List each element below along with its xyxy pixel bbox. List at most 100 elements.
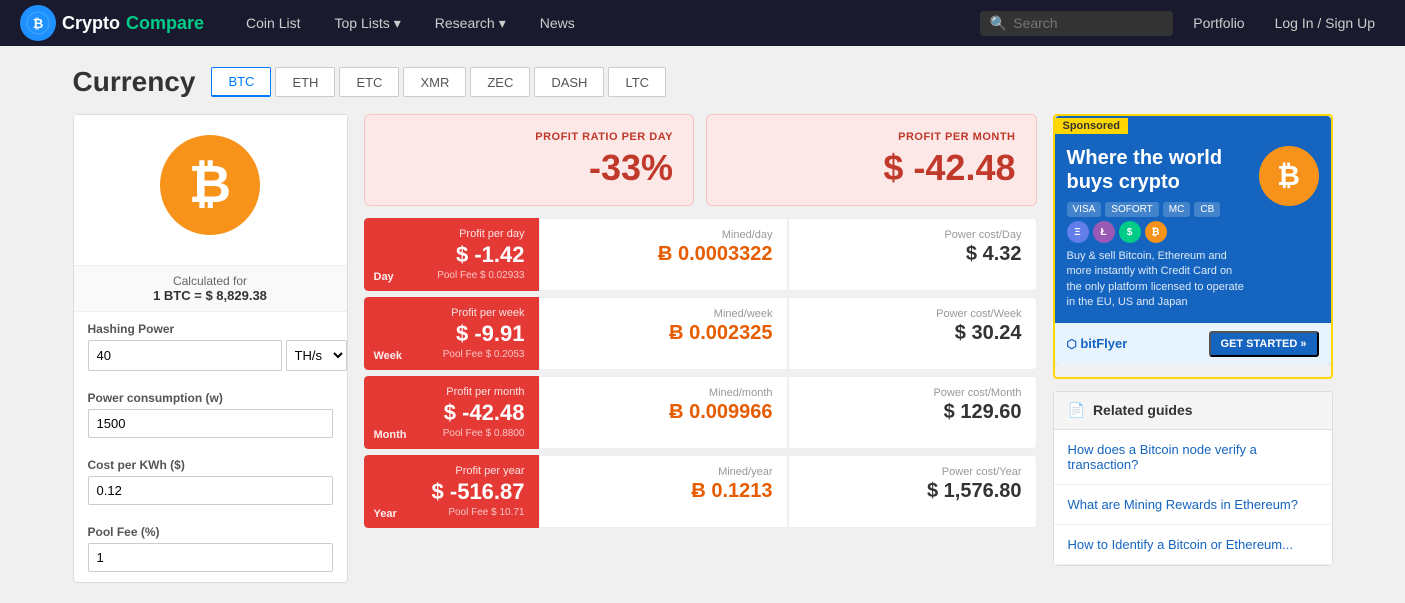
profit-ratio-value: -33%: [385, 147, 674, 189]
brand-crypto: Crypto: [62, 13, 120, 34]
visa-icon: VISA: [1067, 202, 1102, 217]
tab-btc[interactable]: BTC: [211, 67, 271, 97]
pool-fee: Pool Fee $ 0.02933: [378, 270, 525, 281]
search-box: 🔍: [980, 11, 1173, 36]
banner-btc-icon: ₿: [1259, 146, 1319, 206]
power-cell: Power cost/Week $ 30.24: [788, 297, 1037, 370]
cost-kwh-label: Cost per KWh ($): [88, 458, 333, 472]
eth-mini-icon: Ξ: [1067, 221, 1089, 243]
profit-value: $ -1.42: [378, 242, 525, 268]
payment-icons: VISA SOFORT MC CB: [1067, 202, 1249, 217]
period-badge: Day: [374, 271, 394, 283]
brand-logo-link[interactable]: ₿ Crypto Compare: [20, 5, 204, 41]
login-link[interactable]: Log In / Sign Up: [1265, 15, 1385, 31]
sponsored-label: Sponsored: [1055, 118, 1128, 134]
tab-eth[interactable]: ETH: [275, 67, 335, 97]
nav-top-lists[interactable]: Top Lists ▾: [323, 0, 413, 46]
profit-row: Profit per month $ -42.48 Pool Fee $ 0.8…: [364, 376, 1037, 449]
banner-desc: Buy & sell Bitcoin, Ethereum and more in…: [1067, 249, 1249, 311]
search-input[interactable]: [1013, 15, 1163, 31]
nav-coin-list[interactable]: Coin List: [234, 0, 312, 46]
profit-row: Profit per day $ -1.42 Pool Fee $ 0.0293…: [364, 218, 1037, 291]
svg-text:₿: ₿: [33, 16, 44, 31]
pool-fee-group: Pool Fee (%): [74, 515, 347, 582]
bitflyer-row: ⬡ bitFlyer GET STARTED »: [1055, 323, 1331, 365]
profit-value: $ -42.48: [378, 400, 525, 426]
guide-link[interactable]: What are Mining Rewards in Ethereum?: [1054, 485, 1332, 525]
coin-icon-area: ₿: [74, 115, 347, 266]
profit-row: Profit per week $ -9.91 Pool Fee $ 0.205…: [364, 297, 1037, 370]
profit-cell-period-month: Profit per month $ -42.48 Pool Fee $ 0.8…: [364, 376, 539, 449]
nav-research[interactable]: Research ▾: [423, 0, 518, 46]
profit-month-label: PROFIT PER MONTH: [727, 131, 1016, 143]
brand-compare: Compare: [126, 13, 204, 34]
hashing-unit-select[interactable]: TH/s GH/s MH/s: [286, 340, 347, 371]
power-consumption-input[interactable]: [88, 409, 333, 438]
cost-kwh-input[interactable]: [88, 476, 333, 505]
power-cell: Power cost/Year $ 1,576.80: [788, 455, 1037, 528]
calc-for-label: Calculated for: [82, 274, 339, 288]
related-guides-header: 📄 Related guides: [1054, 392, 1332, 430]
hashing-power-input[interactable]: [88, 340, 282, 371]
main-grid: ₿ Calculated for 1 BTC = $ 8,829.38 Hash…: [73, 114, 1333, 583]
book-icon: 📄: [1068, 402, 1085, 419]
sofort-icon: SOFORT: [1105, 202, 1158, 217]
hashing-power-group: Hashing Power TH/s GH/s MH/s: [74, 312, 347, 381]
hashing-power-label: Hashing Power: [88, 322, 333, 336]
period-badge: Month: [374, 429, 407, 441]
search-icon: 🔍: [990, 15, 1007, 32]
tab-etc[interactable]: ETC: [339, 67, 399, 97]
ltc-mini-icon: Ł: [1093, 221, 1115, 243]
tab-xmr[interactable]: XMR: [403, 67, 466, 97]
page-content: Currency BTC ETH ETC XMR ZEC DASH LTC ₿ …: [53, 46, 1353, 603]
nav-news[interactable]: News: [528, 0, 587, 46]
guide-link[interactable]: How does a Bitcoin node verify a transac…: [1054, 430, 1332, 485]
center-panel: PROFIT RATIO PER DAY -33% PROFIT PER MON…: [364, 114, 1037, 583]
profit-value: $ -516.87: [378, 479, 525, 505]
related-guides-title: Related guides: [1093, 402, 1193, 418]
profit-month-card: PROFIT PER MONTH $ -42.48: [706, 114, 1037, 206]
get-started-button[interactable]: GET STARTED »: [1209, 331, 1319, 357]
tab-zec[interactable]: ZEC: [470, 67, 530, 97]
portfolio-link[interactable]: Portfolio: [1183, 15, 1254, 31]
bitcoin-icon: ₿: [160, 135, 260, 235]
navbar: ₿ Crypto Compare Coin List Top Lists ▾ R…: [0, 0, 1405, 46]
mined-cell: Mined/month Ƀ 0.009966: [539, 376, 788, 449]
calc-for-section: Calculated for 1 BTC = $ 8,829.38: [74, 266, 347, 312]
profit-label: Profit per month: [378, 386, 525, 398]
profit-cell-period-year: Profit per year $ -516.87 Pool Fee $ 10.…: [364, 455, 539, 528]
pool-fee-input[interactable]: [88, 543, 333, 572]
profit-ratio-label: PROFIT RATIO PER DAY: [385, 131, 674, 143]
profit-rows-container: Profit per day $ -1.42 Pool Fee $ 0.0293…: [364, 218, 1037, 528]
bitflyer-logo: ⬡ bitFlyer: [1067, 336, 1128, 351]
cost-kwh-group: Cost per KWh ($): [74, 448, 347, 515]
pool-fee-label: Pool Fee (%): [88, 525, 333, 539]
guide-link[interactable]: How to Identify a Bitcoin or Ethereum...: [1054, 525, 1332, 565]
other-icon: CB: [1194, 202, 1220, 217]
sponsored-banner-outer: Sponsored Where the world buys crypto VI…: [1053, 114, 1333, 379]
currency-header: Currency BTC ETH ETC XMR ZEC DASH LTC: [73, 66, 1333, 98]
profit-label: Profit per year: [378, 465, 525, 477]
profit-cell-period-day: Profit per day $ -1.42 Pool Fee $ 0.0293…: [364, 218, 539, 291]
mined-cell: Mined/year Ƀ 0.1213: [539, 455, 788, 528]
profit-label: Profit per week: [378, 307, 525, 319]
power-cell: Power cost/Month $ 129.60: [788, 376, 1037, 449]
banner-content: Where the world buys crypto VISA SOFORT …: [1055, 134, 1331, 323]
profit-row: Profit per year $ -516.87 Pool Fee $ 10.…: [364, 455, 1037, 528]
left-panel: ₿ Calculated for 1 BTC = $ 8,829.38 Hash…: [73, 114, 348, 583]
power-cell: Power cost/Day $ 4.32: [788, 218, 1037, 291]
banner-headline: Where the world buys crypto: [1067, 146, 1249, 194]
mc-icon: MC: [1163, 202, 1191, 217]
pool-fee: Pool Fee $ 10.71: [378, 507, 525, 518]
power-consumption-group: Power consumption (w): [74, 381, 347, 448]
profit-value: $ -9.91: [378, 321, 525, 347]
profit-ratio-card: PROFIT RATIO PER DAY -33%: [364, 114, 695, 206]
chevron-down-icon: ▾: [394, 0, 401, 46]
profit-month-value: $ -42.48: [727, 147, 1016, 189]
power-consumption-label: Power consumption (w): [88, 391, 333, 405]
brand-icon: ₿: [20, 5, 56, 41]
calc-value: 1 BTC = $ 8,829.38: [82, 288, 339, 303]
period-badge: Week: [374, 350, 403, 362]
tab-ltc[interactable]: LTC: [608, 67, 666, 97]
tab-dash[interactable]: DASH: [534, 67, 604, 97]
